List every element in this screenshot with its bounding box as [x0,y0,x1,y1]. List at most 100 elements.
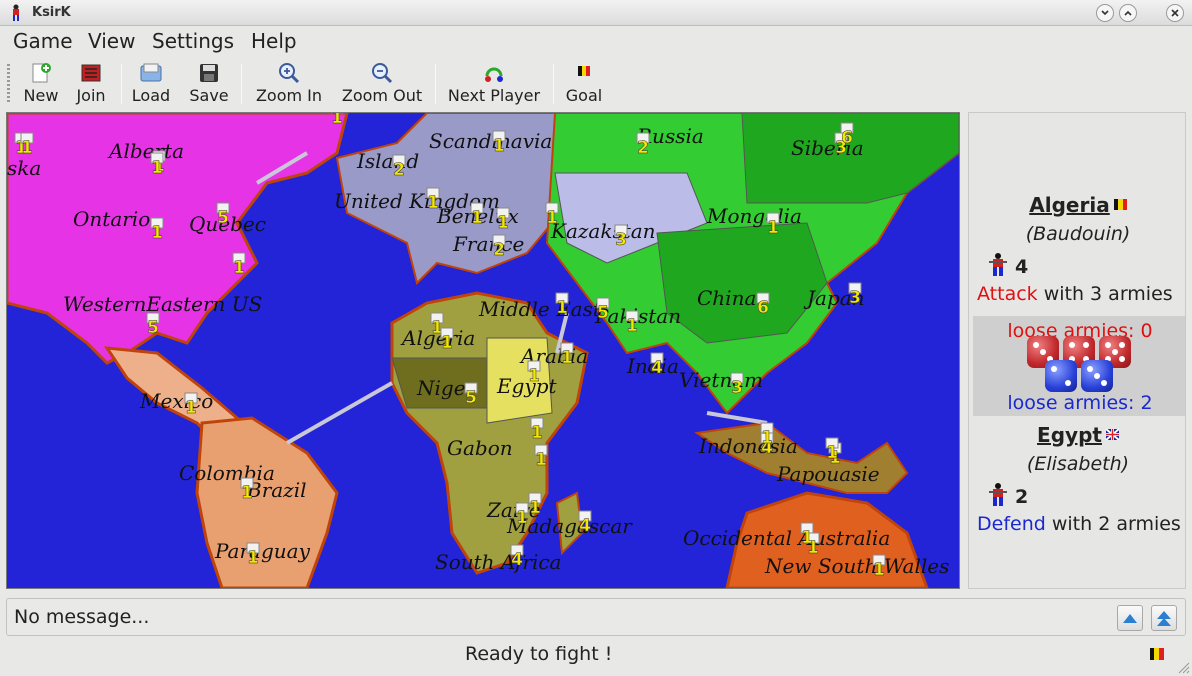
army-marker: 5 [146,312,160,338]
menu-game[interactable]: Game [13,29,73,53]
army-marker: 6 [756,292,770,318]
scroll-top-button[interactable] [1151,605,1177,631]
label-occidental-australia: Occidental Australia [683,526,890,550]
army-count-label: 1 [761,428,773,448]
toolbar-grip[interactable] [7,64,10,104]
army-count-label: 3 [615,230,627,250]
army-marker: 1 [534,444,548,470]
army-marker: 1 [440,327,454,353]
label-egypt: Egypt [496,374,558,398]
army-marker: 1 [492,130,506,156]
label-china: China [697,286,756,310]
load-label: Load [131,86,171,105]
status-text: Ready to fight ! [465,643,613,665]
army-marker: 1 [800,522,814,548]
army-marker: 3 [730,372,744,398]
army-count-label: 2 [393,160,405,180]
army-count-label: 1 [528,366,540,386]
defender-army-count: 2 [987,483,1028,508]
maximize-button[interactable] [1119,4,1137,22]
next-player-label: Next Player [447,86,541,105]
army-count-label: 1 [626,316,638,336]
toolbar-separator [435,64,436,104]
window-title: KsirK [32,5,71,20]
label-middle-east: Middle East [478,297,602,321]
label-france: France [452,232,524,256]
menu-view[interactable]: View [88,29,135,53]
army-marker: 1 [330,113,344,128]
uk-flag-icon [1105,429,1119,440]
goal-button[interactable]: Goal [562,58,606,106]
army-marker: 1 [555,292,569,318]
ksirk-app-icon [13,4,19,21]
resize-grip-icon[interactable] [1176,660,1190,674]
join-game-button[interactable]: Join [68,58,114,106]
chevron-up-icon [1124,10,1132,16]
army-marker: 1 [625,310,639,336]
zoom-out-label: Zoom Out [341,86,423,105]
minimize-button[interactable] [1096,4,1114,22]
army-count-label: 1 [241,483,253,503]
army-marker: 2 [492,234,506,260]
attacker-action: Attack with 3 armies [977,283,1173,305]
defender-country: Egypt [969,423,1185,447]
army-count-label: 3 [849,288,861,308]
toolbar: New Join Load Save Zoom In Zoom Out Next… [0,58,1192,108]
army-count-label: 1 [497,213,509,233]
zoom-in-button[interactable]: Zoom In [252,58,326,106]
label-island: Island [356,149,419,173]
attacker-player: (Baudouin) [1025,223,1131,245]
label-vietnam: Vietnam [679,368,763,392]
attacker-armies: 4 [1015,256,1029,278]
label-brazil: Brazil [246,478,307,502]
close-button[interactable] [1166,4,1184,22]
army-count-label: 1 [516,508,528,528]
army-marker: 1 [527,360,541,386]
soldier-icon [989,253,1007,276]
new-label: New [23,86,59,105]
world-map[interactable]: ska Alberta Ontario Quebec WesternEaster… [6,112,960,589]
load-icon [140,63,162,82]
menu-settings[interactable]: Settings [152,29,234,53]
attack-detail: with 3 armies [1037,283,1173,305]
attacker-country-name: Algeria [1029,193,1110,217]
army-count-label: 1 [556,298,568,318]
map-canvas[interactable]: ska Alberta Ontario Quebec WesternEaster… [7,113,959,588]
army-count-label: 1 [873,560,885,580]
load-game-button[interactable]: Load [128,58,174,106]
army-marker: 4 [578,510,592,536]
label-indonesia: Indonesia [698,434,798,458]
label-mexico: Mexico [139,389,213,413]
next-player-button[interactable]: Next Player [445,58,543,106]
army-marker: 4 [650,352,664,378]
army-marker: 6 [840,122,854,148]
army-marker: 2 [636,132,650,158]
defender-armies: 2 [1015,486,1029,508]
zoom-out-button[interactable]: Zoom Out [339,58,425,106]
attack-word: Attack [977,283,1038,305]
army-marker: 3 [614,224,628,250]
menu-help[interactable]: Help [251,29,297,53]
zoom-in-icon [279,63,300,84]
title-bar: KsirK [0,0,1192,26]
blue-die-icon [1081,360,1113,392]
new-document-icon [32,63,51,83]
label-south-africa: South Africa [435,550,561,574]
army-marker: 1 [20,132,34,158]
belgium-flag-icon [578,66,590,76]
army-marker: 1 [184,392,198,418]
scroll-up-button[interactable] [1117,605,1143,631]
army-count-label: 1 [767,218,779,238]
arrow-up-icon [1123,614,1137,623]
army-marker: 1 [426,187,440,213]
zoom-in-label: Zoom In [255,86,323,105]
save-label: Save [189,86,229,105]
army-marker: 5 [464,382,478,408]
army-marker: 1 [760,422,774,448]
new-game-button[interactable]: New [18,58,64,106]
army-count-label: 1 [427,193,439,213]
army-marker: 1 [232,252,246,278]
defender-loose-armies: loose armies: 2 [1007,392,1153,414]
army-count-label: 1 [531,423,543,443]
save-game-button[interactable]: Save [186,58,232,106]
